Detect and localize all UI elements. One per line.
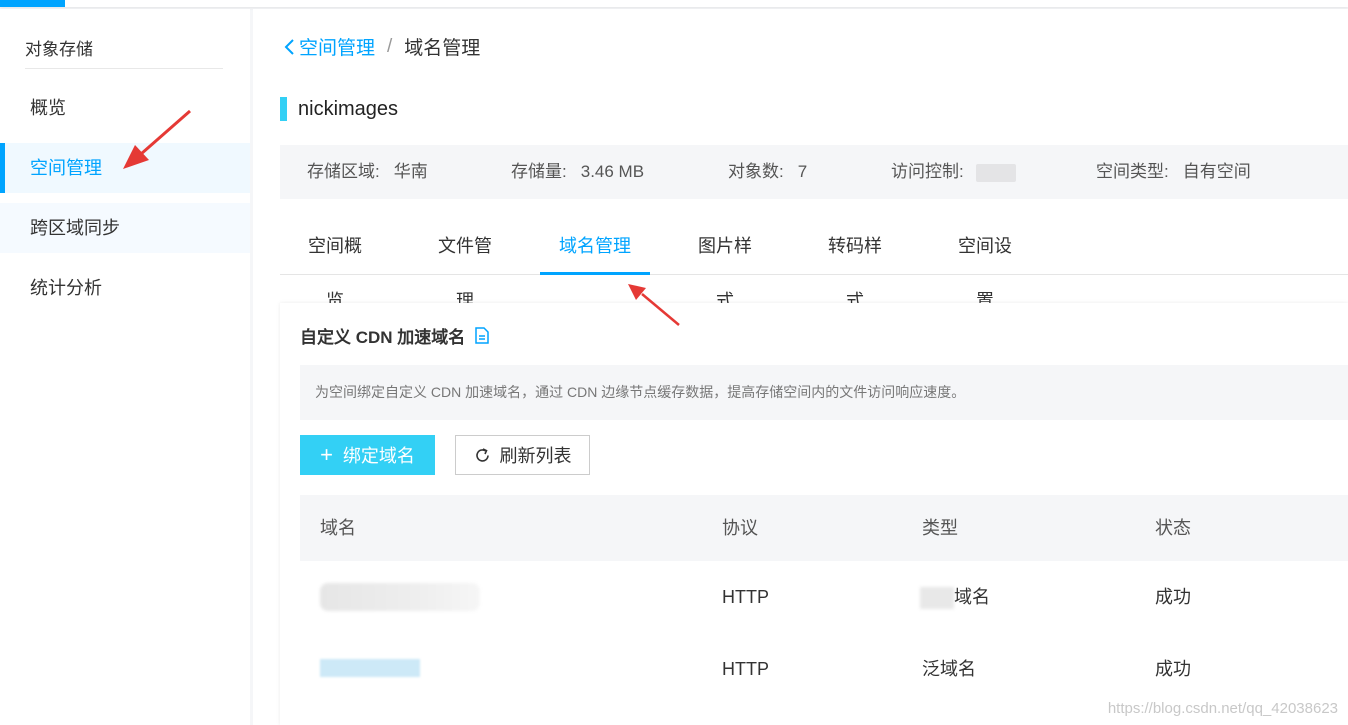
- main-content: 空间管理 / 域名管理 nickimages 存储区域: 华南 存储量: 3.46 …: [253, 9, 1348, 725]
- sidebar-item-cross-region-sync[interactable]: 跨区域同步: [0, 203, 250, 253]
- info-region-value: 华南: [393, 162, 428, 181]
- cdn-domain-panel: 自定义 CDN 加速域名 为空间绑定自定义 CDN 加速域名，通过 CDN 边缘…: [280, 303, 1348, 725]
- sidebar-item-space-management[interactable]: 空间管理: [0, 143, 250, 193]
- bind-domain-label: 绑定域名: [342, 446, 415, 466]
- tab-space-settings[interactable]: 空间设置: [950, 219, 1020, 311]
- panel-title: 自定义 CDN 加速域名: [300, 323, 490, 348]
- space-title: nickimages: [280, 97, 398, 121]
- panel-title-text: 自定义 CDN 加速域名: [300, 328, 466, 347]
- breadcrumb: 空间管理 / 域名管理: [283, 33, 480, 60]
- protocol-cell: HTTP: [722, 587, 769, 607]
- type-cell: 域名: [920, 561, 990, 633]
- status-cell: 成功: [1155, 659, 1191, 679]
- tab-space-overview[interactable]: 空间概览: [300, 219, 370, 311]
- info-access: 访问控制:: [891, 145, 1016, 199]
- info-storage-label: 存储量:: [511, 162, 567, 181]
- breadcrumb-separator: /: [387, 35, 393, 57]
- column-header-status: 状态: [1155, 518, 1191, 538]
- breadcrumb-back-label: 空间管理: [299, 38, 376, 59]
- table-row: HTTP 域名 成功: [300, 561, 1348, 633]
- info-storage: 存储量: 3.46 MB: [511, 145, 644, 199]
- info-objects-value: 7: [797, 162, 808, 181]
- info-storage-value: 3.46 MB: [580, 162, 645, 181]
- info-type: 空间类型: 自有空间: [1096, 145, 1251, 199]
- protocol-cell: HTTP: [722, 659, 769, 679]
- domain-table: 域名 协议 类型 状态 HTTP 域名 成功 HTTP 泛域名 成功: [300, 495, 1348, 705]
- refresh-list-button[interactable]: 刷新列表: [455, 435, 590, 475]
- table-row: HTTP 泛域名 成功: [300, 633, 1348, 705]
- sidebar-title: 对象存储: [25, 40, 93, 59]
- sidebar: 对象存储 概览 空间管理 跨区域同步 统计分析: [0, 9, 250, 725]
- info-objects: 对象数: 7: [728, 145, 807, 199]
- top-bar-accent: [0, 0, 65, 7]
- type-cell-text: 域名: [954, 587, 990, 607]
- column-header-protocol: 协议: [722, 518, 758, 538]
- document-icon[interactable]: [475, 327, 490, 344]
- info-type-label: 空间类型:: [1096, 162, 1169, 181]
- table-header: 域名 协议 类型 状态: [300, 495, 1348, 561]
- refresh-list-label: 刷新列表: [499, 446, 572, 466]
- column-header-type: 类型: [922, 518, 958, 538]
- info-region: 存储区域: 华南: [307, 145, 428, 199]
- status-cell: 成功: [1155, 587, 1191, 607]
- info-tip: 为空间绑定自定义 CDN 加速域名，通过 CDN 边缘节点缓存数据，提高存储空间…: [300, 365, 1348, 420]
- info-objects-label: 对象数:: [728, 162, 784, 181]
- space-info-bar: 存储区域: 华南 存储量: 3.46 MB 对象数: 7 访问控制: 空间类型: 自有空…: [280, 145, 1348, 199]
- tab-transcode-styles[interactable]: 转码样式: [820, 219, 890, 311]
- sidebar-item-statistics[interactable]: 统计分析: [0, 263, 250, 313]
- info-access-label: 访问控制:: [891, 162, 964, 181]
- bind-domain-button[interactable]: + 绑定域名: [300, 435, 435, 475]
- sidebar-divider: [25, 68, 223, 69]
- tab-bar: 空间概览 文件管理 域名管理 图片样式 转码样式 空间设置: [280, 219, 1348, 311]
- type-redacted-part: [920, 587, 954, 610]
- type-cell: 泛域名: [922, 659, 976, 679]
- breadcrumb-back-link[interactable]: 空间管理: [283, 33, 375, 60]
- info-type-value: 自有空间: [1182, 162, 1251, 181]
- tab-file-management[interactable]: 文件管理: [430, 219, 500, 311]
- info-region-label: 存储区域:: [307, 162, 380, 181]
- domain-redacted: [320, 583, 480, 611]
- sidebar-item-overview[interactable]: 概览: [0, 83, 250, 133]
- plus-icon: +: [320, 442, 333, 467]
- space-name: nickimages: [298, 97, 399, 120]
- tab-image-styles[interactable]: 图片样式: [690, 219, 760, 311]
- info-access-value-redacted: [975, 163, 1016, 182]
- domain-redacted: [320, 659, 420, 677]
- top-bar: [0, 0, 1348, 7]
- title-accent-bar: [280, 97, 287, 121]
- breadcrumb-current: 域名管理: [404, 38, 481, 59]
- refresh-icon: [475, 447, 489, 462]
- watermark: https://blog.csdn.net/qq_42038623: [1107, 700, 1338, 717]
- column-header-domain: 域名: [320, 518, 356, 538]
- tab-domain-management[interactable]: 域名管理: [540, 219, 650, 275]
- chevron-left-icon: [284, 38, 294, 55]
